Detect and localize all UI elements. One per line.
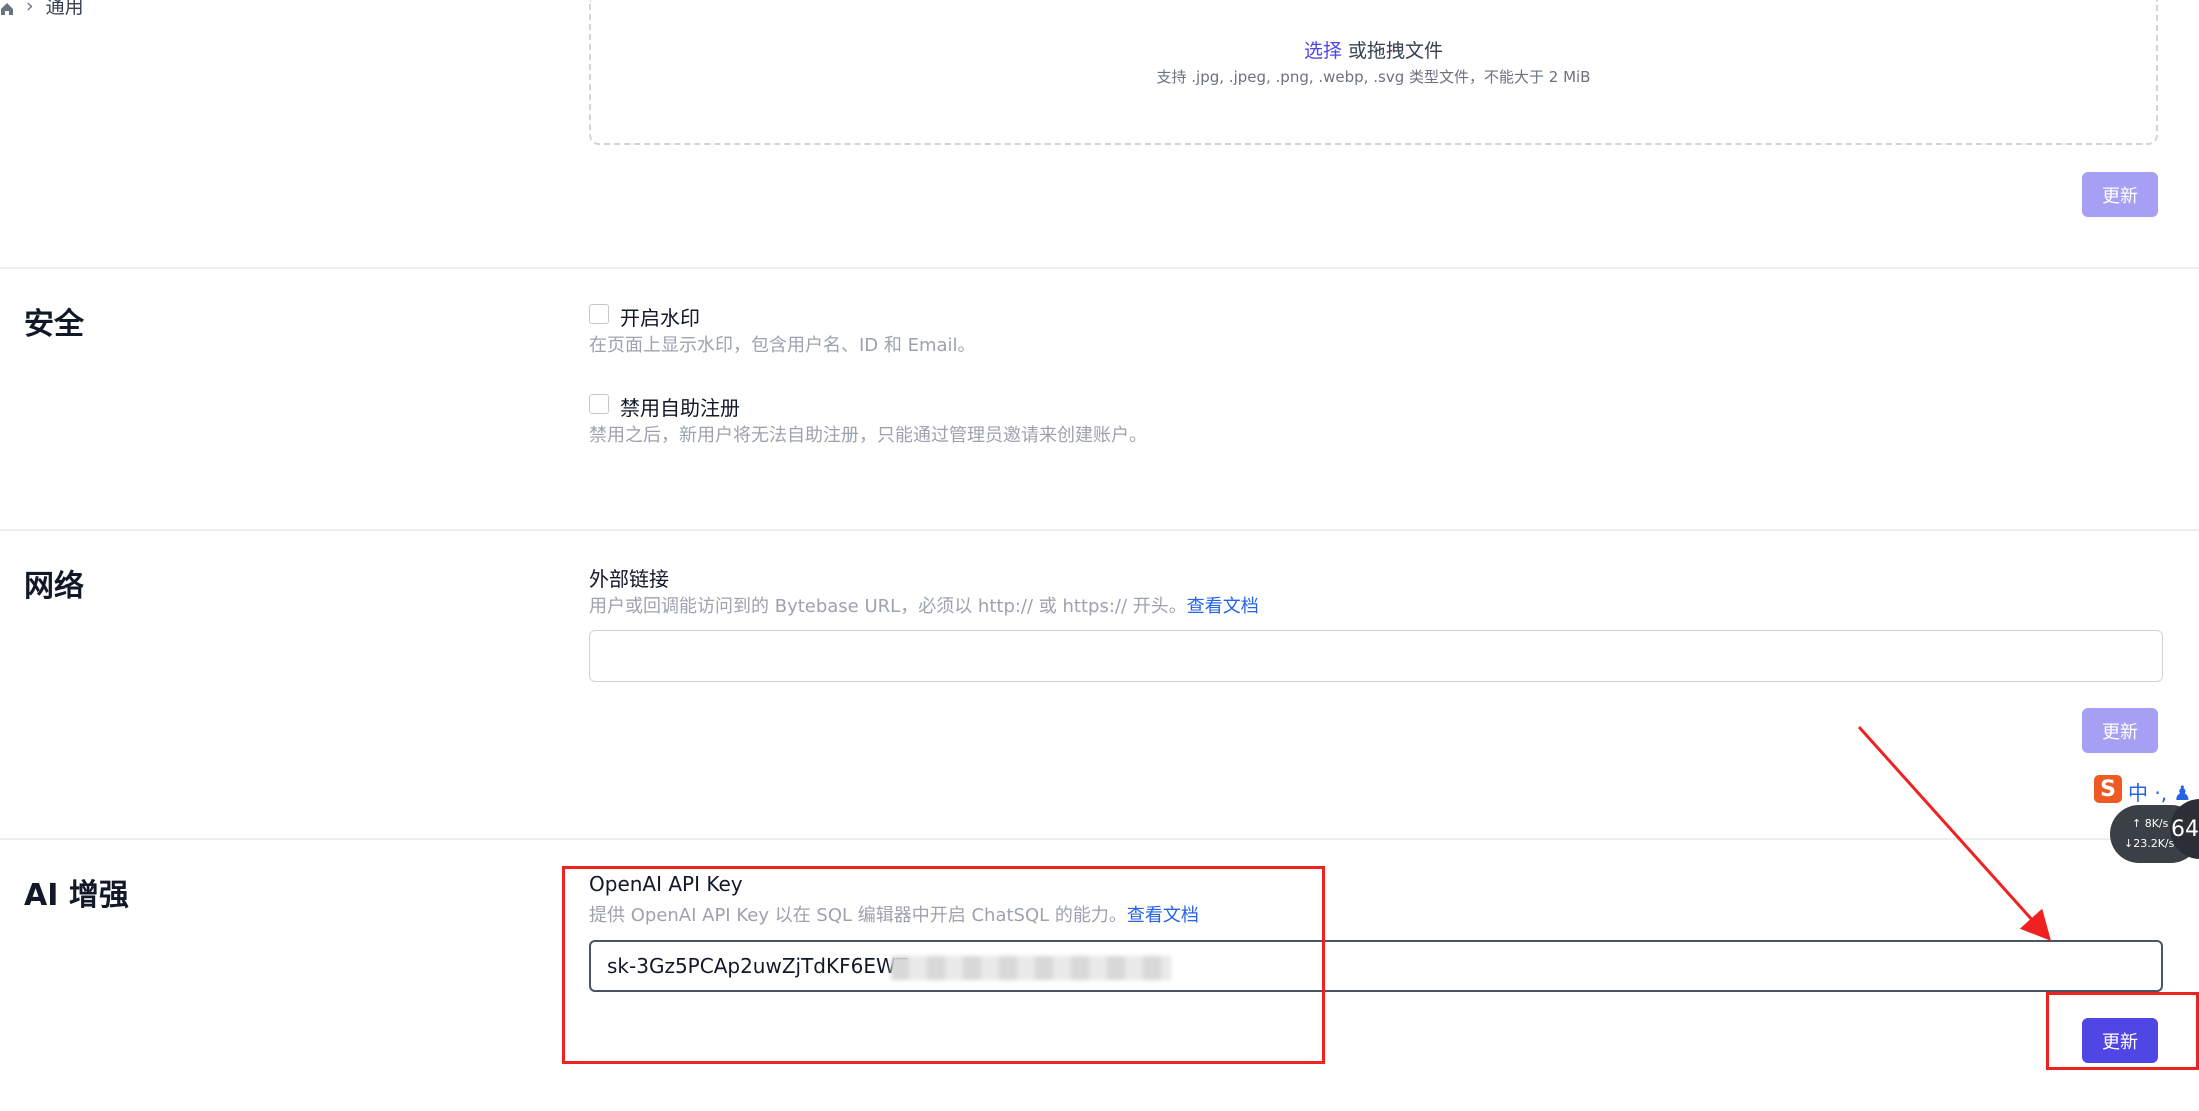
annotation-arrow <box>1857 725 2052 941</box>
sogou-logo-icon[interactable]: S <box>2094 775 2122 803</box>
ime-widget[interactable]: S 中 ·, ♟ ↑ 8K/s ↓23.2K/s 64 <box>2094 775 2199 865</box>
download-speed: ↓23.2K/s <box>2124 837 2175 850</box>
ime-mode-indicator[interactable]: 中 ·, ♟ <box>2128 777 2191 806</box>
upload-speed: ↑ 8K/s <box>2132 817 2169 830</box>
